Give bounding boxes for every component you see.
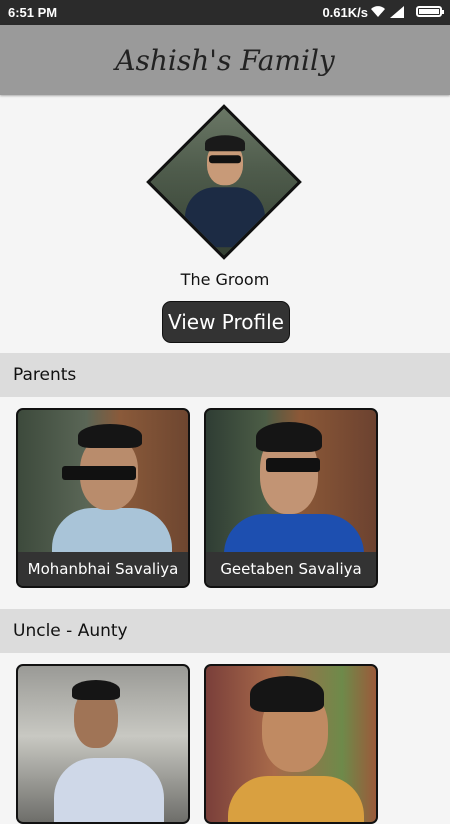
member-card-aunty[interactable] bbox=[204, 664, 378, 824]
section-header-parents: Parents bbox=[0, 353, 450, 397]
member-photo bbox=[18, 666, 188, 822]
app-header: Ashish's Family bbox=[0, 25, 450, 95]
groom-photo-frame[interactable] bbox=[146, 104, 303, 261]
member-photo bbox=[206, 666, 376, 822]
member-name: Geetaben Savaliya bbox=[206, 552, 376, 586]
member-card-mohanbhai[interactable]: Mohanbhai Savaliya bbox=[16, 408, 190, 588]
section-header-uncle-aunty: Uncle - Aunty bbox=[0, 609, 450, 653]
groom-photo[interactable] bbox=[146, 104, 302, 260]
status-time: 6:51 PM bbox=[8, 5, 58, 20]
view-profile-button[interactable]: View Profile bbox=[162, 301, 290, 343]
member-card-geetaben[interactable]: Geetaben Savaliya bbox=[204, 408, 378, 588]
page-title: Ashish's Family bbox=[115, 43, 335, 77]
signal-icon bbox=[390, 6, 404, 18]
member-name: Mohanbhai Savaliya bbox=[18, 552, 188, 586]
status-bar: 6:51 PM 0.61K/s bbox=[0, 0, 450, 25]
wifi-icon bbox=[371, 6, 385, 17]
groom-caption: The Groom bbox=[180, 270, 270, 289]
network-speed: 0.61K/s bbox=[322, 5, 368, 20]
member-card-uncle[interactable] bbox=[16, 664, 190, 824]
groom-section: The Groom View Profile bbox=[0, 95, 450, 353]
battery-icon bbox=[416, 6, 444, 17]
